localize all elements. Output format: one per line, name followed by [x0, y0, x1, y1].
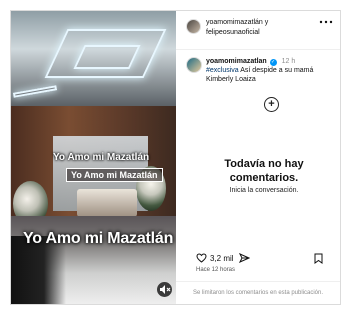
- ceiling-light-left: [12, 85, 58, 98]
- video-caption-top: Yo Amo mi Mazatlán: [53, 152, 150, 163]
- mute-icon[interactable]: [157, 282, 172, 297]
- bookmark-icon[interactable]: [314, 253, 323, 264]
- post-time-ago: Hace 12 horas: [196, 267, 236, 273]
- empty-comments-title: Todavía no hay comentarios.: [224, 158, 304, 184]
- comments-limited-notice: Se limitaron los comentarios en esta pub…: [176, 281, 340, 304]
- ceiling-light-inner: [73, 45, 141, 69]
- header-title[interactable]: yoamomimazatlán y felipeosunaoficial: [206, 18, 301, 38]
- more-horizontal-icon[interactable]: [319, 17, 333, 27]
- post-header: yoamomimazatlán y felipeosunaoficial: [176, 11, 340, 50]
- caption-row: yoamomimazatlan ✓ 12 h #exclusiva Así de…: [176, 51, 340, 86]
- avatar[interactable]: [186, 57, 202, 73]
- instagram-post-modal: Yo Amo mi Mazatlán Yo Amo mi Mazatlán Yo…: [10, 10, 341, 305]
- empty-comments-subtitle: Inicia la conversación.: [229, 187, 299, 194]
- send-icon[interactable]: [239, 253, 250, 263]
- video-media[interactable]: Yo Amo mi Mazatlán Yo Amo mi Mazatlán Yo…: [11, 11, 176, 304]
- post-caption: yoamomimazatlan ✓ 12 h #exclusiva Así de…: [206, 57, 334, 84]
- avatar[interactable]: [186, 19, 201, 34]
- verified-icon: ✓: [269, 59, 277, 66]
- video-caption-bottom: Yo Amo mi Mazatlán: [23, 230, 174, 247]
- casket: [77, 189, 137, 217]
- plus-circle-icon[interactable]: +: [264, 97, 279, 112]
- ceiling-background: [11, 11, 176, 106]
- post-time[interactable]: 12 h: [282, 58, 296, 65]
- video-caption-box: Yo Amo mi Mazatlán: [66, 168, 163, 182]
- comments-panel: yoamomimazatlán y felipeosunaoficial yoa…: [176, 11, 340, 304]
- hashtag-link[interactable]: #exclusiva: [206, 67, 239, 74]
- caption-username[interactable]: yoamomimazatlan: [206, 58, 267, 65]
- likes-count[interactable]: 3,2 mil: [210, 254, 234, 263]
- heart-icon[interactable]: [196, 253, 207, 263]
